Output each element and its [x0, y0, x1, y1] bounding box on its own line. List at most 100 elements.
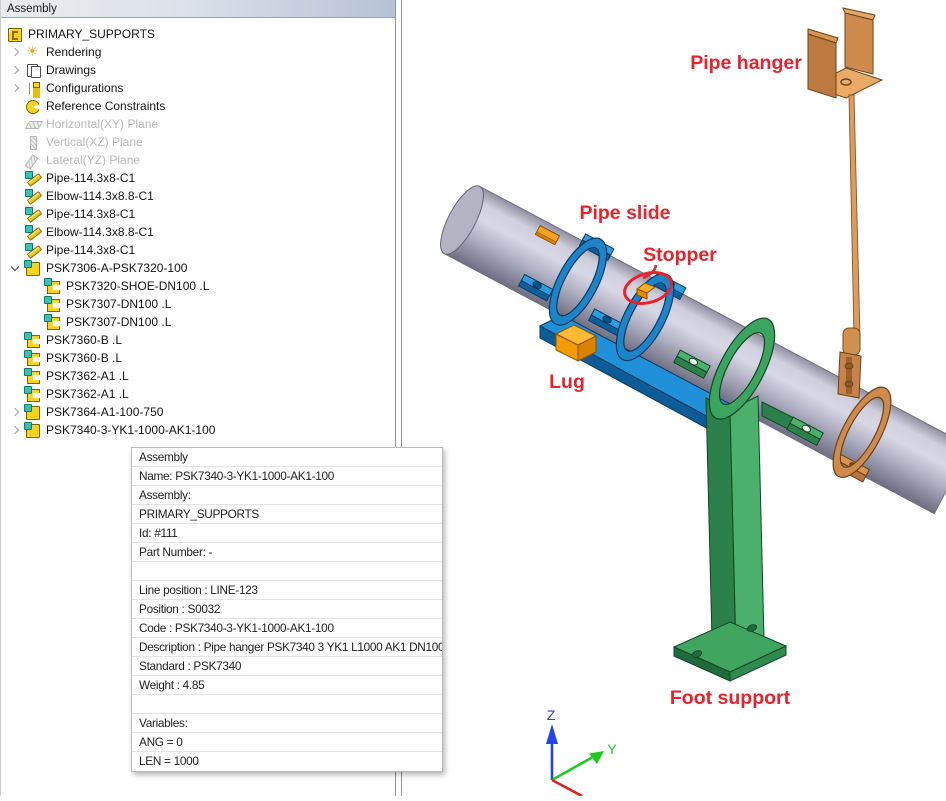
tree-item[interactable]: PSK7360-B .L: [1, 349, 395, 367]
tooltip-row: Description : Pipe hanger PSK7340 3 YK1 …: [132, 638, 442, 657]
chevron-icon: [7, 98, 25, 114]
tooltip-row: Code : PSK7340-3-YK1-1000-AK1-100: [132, 619, 442, 638]
tree-item[interactable]: PSK7362-A1 .L: [1, 367, 395, 385]
plane-xy-icon: [25, 116, 42, 132]
tree-item-label: Pipe-114.3x8-C1: [46, 241, 135, 259]
tree-item[interactable]: PSK7360-B .L: [1, 331, 395, 349]
tree-item-label: PSK7307-DN100 .L: [66, 295, 171, 313]
tooltip-row: Standard : PSK7340: [132, 657, 442, 676]
tree-item[interactable]: Pipe-114.3x8-C1: [1, 241, 395, 259]
constraint-icon: [25, 98, 42, 114]
tree-item[interactable]: PSK7364-A1-100-750: [1, 403, 395, 421]
z-axis-arrow: [546, 724, 558, 744]
assembly-tree: PRIMARY_SUPPORTS Rendering Drawings Conf…: [1, 18, 395, 439]
tree-item[interactable]: Lateral(YZ) Plane: [1, 151, 395, 169]
chevron-icon: [7, 170, 25, 186]
3d-viewport[interactable]: Pipe hanger Pipe slide Stopper Lug Foot …: [402, 0, 946, 796]
tooltip-row: Part Number: -: [132, 543, 442, 562]
annotation-lug: Lug: [549, 371, 585, 393]
x-axis-line: [552, 780, 582, 796]
tree-item-label: Pipe-114.3x8-C1: [46, 169, 135, 187]
config-icon: [25, 80, 42, 96]
tooltip-row: [132, 695, 442, 714]
pipe-icon: [25, 242, 42, 258]
chevron-icon[interactable]: [7, 44, 25, 60]
tree-item-label: PSK7362-A1 .L: [46, 367, 129, 385]
tree-item[interactable]: Elbow-114.3x8.8-C1: [1, 187, 395, 205]
tree-item[interactable]: Configurations: [1, 79, 395, 97]
tree-item-label: PSK7307-DN100 .L: [66, 313, 171, 331]
tree-item[interactable]: Horizontal(XY) Plane: [1, 115, 395, 133]
pipe[interactable]: [432, 180, 946, 513]
tree-item[interactable]: PSK7362-A1 .L: [1, 385, 395, 403]
tree-item[interactable]: Elbow-114.3x8.8-C1: [1, 223, 395, 241]
z-axis-label: Z: [547, 707, 556, 723]
chevron-icon[interactable]: [7, 422, 25, 438]
chevron-icon[interactable]: [7, 404, 25, 420]
tree-item-label: PSK7362-A1 .L: [46, 385, 129, 403]
part-icon: [25, 332, 42, 348]
part-icon: [45, 296, 62, 312]
tooltip-row: Variables:: [132, 714, 442, 733]
part-icon: [25, 386, 42, 402]
axis-triad: Z Y: [546, 707, 617, 796]
chevron-icon: [7, 152, 25, 168]
tree-item-label: Reference Constraints: [46, 97, 165, 115]
chevron-icon[interactable]: [7, 80, 25, 96]
tree-item[interactable]: PSK7307-DN100 .L: [1, 313, 395, 331]
panel-title: Assembly: [1, 0, 395, 18]
tree-item-label: Horizontal(XY) Plane: [46, 115, 158, 133]
sun-icon: [25, 44, 42, 60]
chevron-icon: [7, 116, 25, 132]
tooltip-row: LEN = 1000: [132, 752, 442, 771]
annotation-stopper: Stopper: [643, 244, 717, 266]
subassembly-icon: [25, 404, 42, 420]
plane-yz-icon: [25, 152, 42, 168]
3d-scene[interactable]: Pipe hanger Pipe slide Stopper Lug Foot …: [402, 0, 946, 796]
tree-item-label: PSK7340-3-YK1-1000-AK1-100: [46, 421, 215, 439]
chevron-icon: [7, 332, 25, 348]
tree-item[interactable]: PRIMARY_SUPPORTS: [1, 25, 395, 43]
chevron-icon: [7, 206, 25, 222]
tree-item[interactable]: PSK7340-3-YK1-1000-AK1-100: [1, 421, 395, 439]
tooltip-row: PRIMARY_SUPPORTS: [132, 505, 442, 524]
tree-item[interactable]: Vertical(XZ) Plane: [1, 133, 395, 151]
part-icon: [25, 350, 42, 366]
tooltip-row: Assembly:: [132, 486, 442, 505]
tree-item[interactable]: Pipe-114.3x8-C1: [1, 169, 395, 187]
tree-item-label: Vertical(XZ) Plane: [46, 133, 143, 151]
tooltip-row: Position : S0032: [132, 600, 442, 619]
part-icon: [25, 368, 42, 384]
pipe-icon: [25, 188, 42, 204]
tree-item[interactable]: PSK7307-DN100 .L: [1, 295, 395, 313]
tooltip-row: Line position : LINE-123: [132, 581, 442, 600]
tooltip-row: ANG = 0: [132, 733, 442, 752]
chevron-icon: [7, 386, 25, 402]
pages-icon: [25, 62, 42, 78]
tree-item[interactable]: Reference Constraints: [1, 97, 395, 115]
tree-item-label: Lateral(YZ) Plane: [46, 151, 140, 169]
tree-item[interactable]: Rendering: [1, 43, 395, 61]
pipe-icon: [25, 170, 42, 186]
chevron-icon: [27, 278, 45, 294]
tree-item-label: PSK7360-B .L: [46, 331, 122, 349]
chevron-icon[interactable]: [7, 62, 25, 78]
tree-item[interactable]: PSK7320-SHOE-DN100 .L: [1, 277, 395, 295]
annotation-pipe-hanger: Pipe hanger: [690, 52, 802, 74]
properties-tooltip: AssemblyName: PSK7340-3-YK1-1000-AK1-100…: [131, 447, 443, 772]
chevron-icon[interactable]: [7, 260, 25, 276]
annotation-foot-support: Foot support: [670, 687, 791, 709]
tree-item[interactable]: Pipe-114.3x8-C1: [1, 205, 395, 223]
tooltip-row: Id: #111: [132, 524, 442, 543]
tree-item-label: Rendering: [46, 43, 101, 61]
plane-xz-icon: [25, 134, 42, 150]
tree-item-label: PSK7320-SHOE-DN100 .L: [66, 277, 209, 295]
tooltip-row: Weight : 4.85: [132, 676, 442, 695]
part-icon: [45, 278, 62, 294]
pipe-icon: [25, 224, 42, 240]
pipe-icon: [25, 206, 42, 222]
tree-item[interactable]: Drawings: [1, 61, 395, 79]
chevron-icon: [7, 368, 25, 384]
tree-item[interactable]: PSK7306-A-PSK7320-100: [1, 259, 395, 277]
chevron-icon: [27, 314, 45, 330]
